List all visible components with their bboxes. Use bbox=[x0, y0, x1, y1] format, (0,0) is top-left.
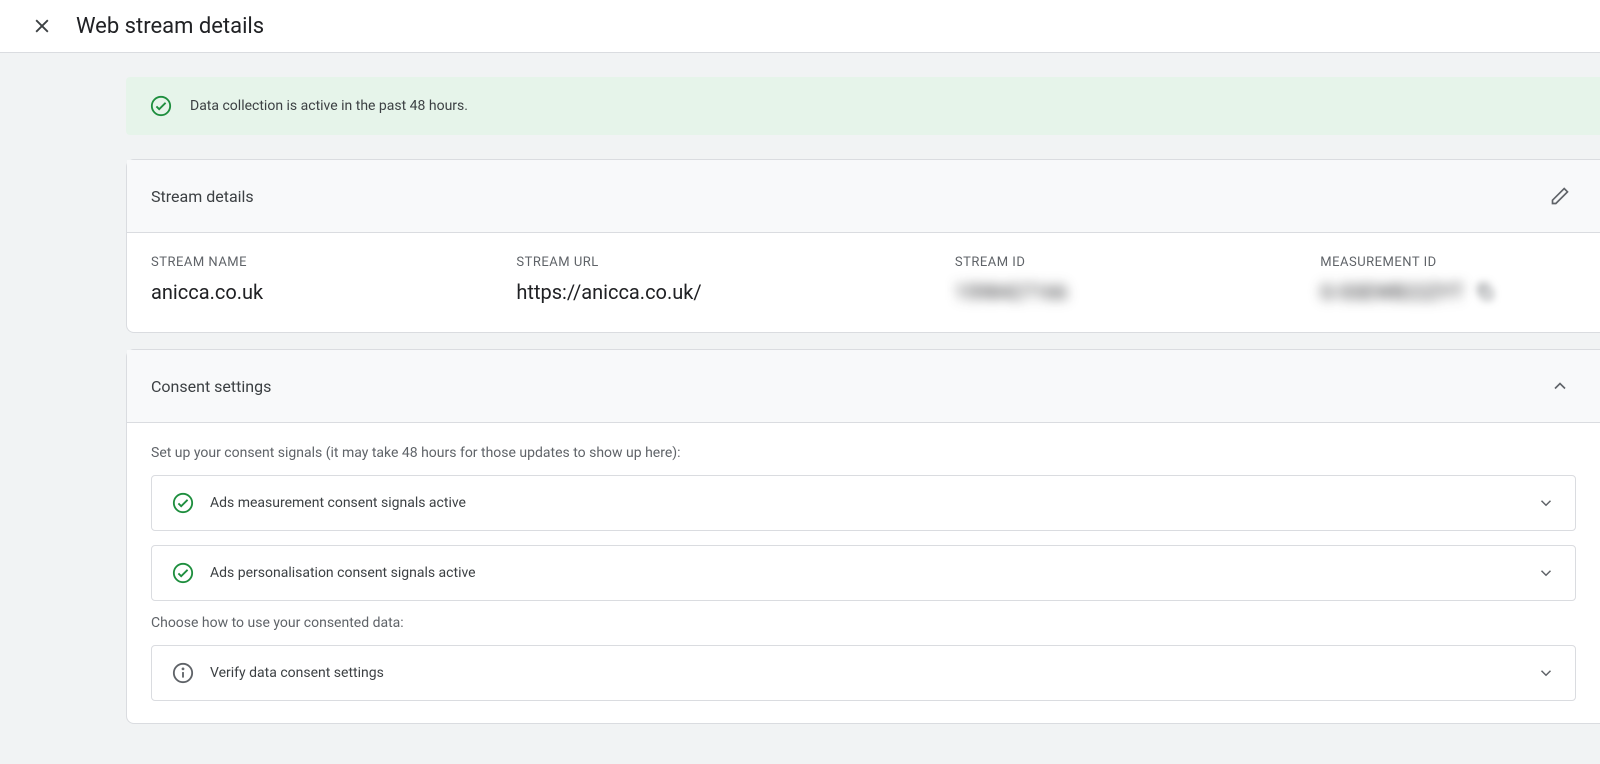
stream-details-card: Stream details STREAM NAME anicca.co.uk … bbox=[126, 159, 1600, 333]
stream-name-col: STREAM NAME anicca.co.uk bbox=[151, 255, 516, 304]
stream-id-value: 1598427166 bbox=[955, 280, 1320, 304]
choose-data-text: Choose how to use your consented data: bbox=[151, 615, 1576, 631]
consent-header: Consent settings bbox=[127, 350, 1600, 423]
stream-name-value: anicca.co.uk bbox=[151, 280, 516, 304]
ads-measurement-row[interactable]: Ads measurement consent signals active bbox=[151, 475, 1576, 531]
stream-url-col: STREAM URL https://anicca.co.uk/ bbox=[516, 255, 954, 304]
check-circle-icon bbox=[172, 562, 194, 584]
ads-personalisation-row[interactable]: Ads personalisation consent signals acti… bbox=[151, 545, 1576, 601]
chevron-down-icon bbox=[1537, 664, 1555, 682]
verify-consent-text: Verify data consent settings bbox=[210, 665, 1521, 681]
measurement-id-value: G-SSEWB22ZYT bbox=[1320, 280, 1463, 304]
page-title: Web stream details bbox=[76, 14, 264, 39]
close-icon bbox=[32, 16, 52, 36]
verify-consent-row[interactable]: Verify data consent settings bbox=[151, 645, 1576, 701]
stream-id-label: STREAM ID bbox=[955, 255, 1320, 270]
details-grid: STREAM NAME anicca.co.uk STREAM URL http… bbox=[127, 233, 1600, 332]
check-circle-icon bbox=[172, 492, 194, 514]
stream-url-label: STREAM URL bbox=[516, 255, 954, 270]
chevron-down-icon bbox=[1537, 564, 1555, 582]
stream-details-header: Stream details bbox=[127, 160, 1600, 233]
info-icon bbox=[172, 662, 194, 684]
copy-icon bbox=[1475, 282, 1495, 302]
ads-measurement-text: Ads measurement consent signals active bbox=[210, 495, 1521, 511]
consent-body: Set up your consent signals (it may take… bbox=[127, 423, 1600, 723]
pencil-icon bbox=[1550, 186, 1570, 206]
stream-url-value: https://anicca.co.uk/ bbox=[516, 280, 954, 304]
collapse-consent-button[interactable] bbox=[1544, 370, 1576, 402]
consent-title: Consent settings bbox=[151, 377, 271, 396]
stream-id-col: STREAM ID 1598427166 bbox=[955, 255, 1320, 304]
consent-settings-card: Consent settings Set up your consent sig… bbox=[126, 349, 1600, 724]
check-circle-icon bbox=[150, 95, 172, 117]
chevron-up-icon bbox=[1550, 376, 1570, 396]
status-banner: Data collection is active in the past 48… bbox=[126, 77, 1600, 135]
ads-personalisation-text: Ads personalisation consent signals acti… bbox=[210, 565, 1521, 581]
content-area: Data collection is active in the past 48… bbox=[0, 53, 1600, 764]
edit-stream-button[interactable] bbox=[1544, 180, 1576, 212]
close-button[interactable] bbox=[28, 12, 56, 40]
measurement-id-col: MEASUREMENT ID G-SSEWB22ZYT bbox=[1320, 255, 1576, 304]
chevron-down-icon bbox=[1537, 494, 1555, 512]
banner-text: Data collection is active in the past 48… bbox=[190, 98, 468, 114]
measurement-id-label: MEASUREMENT ID bbox=[1320, 255, 1576, 270]
stream-details-title: Stream details bbox=[151, 187, 254, 206]
copy-measurement-button[interactable] bbox=[1473, 280, 1497, 304]
consent-intro-text: Set up your consent signals (it may take… bbox=[151, 445, 1576, 461]
page-header: Web stream details bbox=[0, 0, 1600, 53]
stream-name-label: STREAM NAME bbox=[151, 255, 516, 270]
